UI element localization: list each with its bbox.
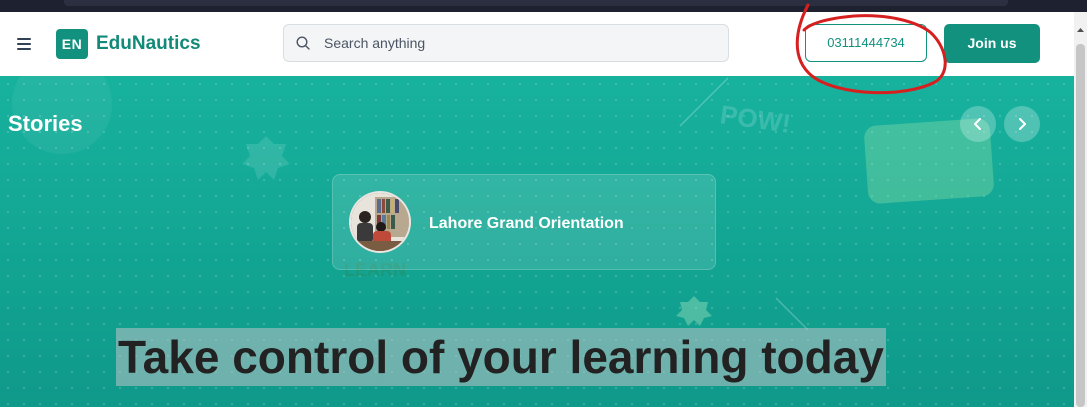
scroll-thumb[interactable] [1076,44,1085,407]
chevron-right-icon [1019,118,1026,130]
browser-top-strip-inner [64,0,1008,6]
logo-badge[interactable]: EN [56,29,88,59]
browser-top-strip [0,0,1087,12]
story-card-title: Lahore Grand Orientation [429,215,624,232]
search-input[interactable] [324,25,714,61]
story-avatar[interactable] [349,191,411,253]
story-card[interactable]: Lahore Grand Orientation [332,174,716,270]
scroll-up-arrow-icon[interactable] [1074,12,1087,42]
hero-headline: Take control of your learning today [116,328,886,386]
join-us-button[interactable]: Join us [944,24,1040,63]
stories-prev-button[interactable] [960,106,996,142]
chevron-left-icon [974,118,981,130]
stories-next-button[interactable] [1004,106,1040,142]
story-photo [351,193,409,251]
search-icon [296,36,310,50]
phone-button[interactable]: 03111444734 [805,24,927,62]
scrollbar[interactable] [1074,12,1087,407]
hamburger-icon[interactable] [17,38,31,50]
logo-text[interactable]: EduNautics [96,31,201,57]
search-bar[interactable] [283,24,729,62]
stories-heading: Stories [8,111,83,136]
site-header: EN EduNautics 03111444734 Join us [0,12,1074,76]
hero-section: POW! LEARN Stories Lahore Grand Orientat… [0,76,1074,407]
